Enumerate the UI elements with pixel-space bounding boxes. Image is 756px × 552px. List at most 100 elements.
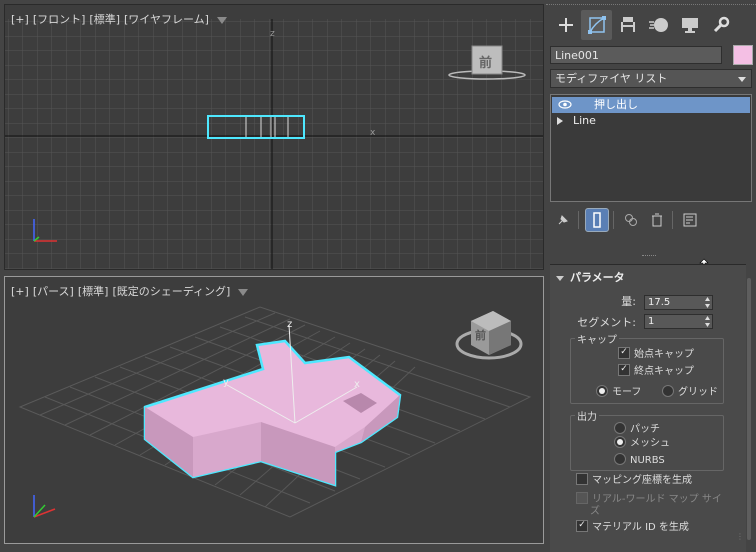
morph-label: モーフ (612, 387, 642, 398)
axis-label-x: x (370, 128, 376, 138)
stack-item-label: Line (573, 114, 596, 127)
stack-item-label: 押し出し (594, 98, 638, 111)
stack-toolbar (552, 208, 705, 232)
parameters-rollout: パラメータ ⋮⋮ 量: 17.5 セグメント: 1 キャップ ✓ 始点キャップ ✓… (550, 264, 752, 552)
display-icon (681, 18, 698, 33)
extruded-shape-perspective[interactable] (143, 339, 402, 487)
real-world-map-label-2: ズ (590, 506, 600, 517)
tab-motion[interactable] (643, 10, 674, 40)
toolbar-divider (578, 211, 579, 229)
modifier-list-dropdown[interactable]: モディファイヤ リスト (550, 69, 752, 88)
wrench-icon (713, 16, 729, 33)
viewcube-label-front[interactable]: 前 (479, 52, 492, 71)
cap-group-title: キャップ (575, 331, 619, 346)
pin-icon (558, 215, 568, 225)
tab-display[interactable] (674, 10, 705, 40)
configure-icon (683, 213, 697, 227)
show-end-result-button[interactable] (585, 208, 609, 232)
viewport-menu-shading[interactable]: [既定のシェーディング] (112, 285, 230, 298)
amount-value: 17.5 (648, 297, 671, 308)
tab-hierarchy[interactable] (612, 10, 643, 40)
viewport-menu-plus[interactable]: [+] (11, 13, 29, 26)
spinner-arrows-icon[interactable] (705, 316, 710, 327)
front-viewport-canvas (5, 19, 543, 269)
segments-label: セグメント: (577, 316, 636, 329)
viewcube-perspective[interactable] (455, 311, 523, 360)
modify-icon (587, 16, 606, 34)
panel-scrollbar[interactable] (747, 278, 751, 540)
tab-utilities[interactable] (705, 10, 736, 40)
viewport-menu-view[interactable]: [パース] (33, 285, 74, 298)
patch-radio[interactable]: パッチ (614, 422, 660, 437)
expand-triangle-icon[interactable] (557, 117, 563, 125)
cap-start-checkbox[interactable]: ✓ 始点キャップ (618, 347, 694, 362)
axis-label-y: y (223, 377, 229, 388)
front-viewport[interactable]: [+] [フロント] [標準] [ワイヤフレーム] 前 z x (4, 4, 544, 270)
eye-icon[interactable] (558, 100, 572, 109)
segments-spinner[interactable]: 1 (644, 314, 713, 329)
configure-sets-button[interactable] (679, 209, 701, 231)
rollout-title-text: パラメータ (570, 271, 625, 284)
viewcube-label-perspective[interactable]: 前 (475, 327, 486, 343)
object-color-swatch[interactable] (733, 45, 753, 65)
gen-material-id-checkbox[interactable]: ✓ マテリアル ID を生成 (576, 520, 689, 535)
axis-label-z: z (287, 319, 293, 330)
trash-icon (652, 213, 662, 227)
spinner-arrows-icon[interactable] (705, 297, 710, 308)
viewport-menu-standard[interactable]: [標準] (89, 13, 120, 26)
hierarchy-icon (620, 17, 635, 32)
make-unique-icon (625, 214, 637, 226)
panel-grip[interactable] (546, 4, 756, 7)
viewport-label-perspective[interactable]: [+] [パース] [標準] [既定のシェーディング] (11, 283, 252, 299)
grid-radio[interactable]: グリッド (662, 385, 718, 400)
gen-mapping-checkbox[interactable]: マッピング座標を生成 (576, 473, 692, 488)
toolbar-divider (613, 211, 614, 229)
perspective-viewport[interactable]: [+] [パース] [標準] [既定のシェーディング] 前 y x z (4, 276, 544, 544)
viewport-menu-view[interactable]: [フロント] (33, 13, 86, 26)
amount-spinner[interactable]: 17.5 (644, 295, 713, 310)
gen-material-label: マテリアル ID を生成 (592, 522, 689, 533)
nurbs-radio[interactable]: NURBS (614, 453, 665, 468)
axis-tripod-perspective (33, 495, 56, 518)
make-unique-button[interactable] (620, 209, 642, 231)
stack-item-line[interactable]: Line (551, 113, 751, 129)
gen-mapping-label: マッピング座標を生成 (592, 475, 692, 486)
pin-stack-button[interactable] (552, 209, 574, 231)
mesh-radio[interactable]: メッシュ (614, 436, 670, 451)
toolbar-divider (672, 211, 673, 229)
perspective-viewport-canvas (18, 306, 532, 518)
axis-label-z: z (270, 29, 275, 39)
object-name-field[interactable]: Line001 (550, 46, 722, 64)
remove-modifier-button[interactable] (646, 209, 668, 231)
viewport-menu-standard[interactable]: [標準] (78, 285, 109, 298)
chevron-down-icon (738, 77, 746, 82)
motion-icon (648, 18, 668, 32)
stack-item-extrude[interactable]: 押し出し (552, 97, 750, 113)
panel-splitter[interactable] (642, 255, 656, 259)
viewport-menu-shading[interactable]: [ワイヤフレーム] (124, 13, 209, 26)
segments-value: 1 (648, 316, 655, 327)
filter-icon[interactable] (238, 288, 249, 296)
collapse-triangle-icon (556, 275, 564, 281)
output-group-title: 出力 (575, 408, 599, 423)
amount-label: 量: (621, 295, 636, 308)
modifier-list-label: モディファイヤ リスト (555, 72, 668, 85)
parameters-rollout-title[interactable]: パラメータ (556, 269, 625, 285)
patch-label: パッチ (630, 424, 660, 435)
nurbs-label: NURBS (630, 455, 665, 466)
tab-create[interactable] (550, 10, 581, 40)
cap-end-checkbox[interactable]: ✓ 終点キャップ (618, 364, 694, 379)
viewport-label-front[interactable]: [+] [フロント] [標準] [ワイヤフレーム] (11, 11, 231, 27)
cap-end-label: 終点キャップ (634, 366, 694, 377)
filter-icon[interactable] (216, 16, 227, 24)
end-result-icon (593, 212, 601, 228)
viewport-menu-plus[interactable]: [+] (11, 285, 29, 298)
modifier-stack[interactable]: 押し出し Line (550, 94, 752, 202)
morph-radio[interactable]: モーフ (596, 385, 642, 400)
tab-modify[interactable] (581, 10, 612, 40)
command-tabs (550, 10, 752, 40)
axis-label-x: x (354, 379, 360, 390)
create-icon (558, 18, 573, 32)
mesh-label: メッシュ (630, 438, 670, 449)
grid-label: グリッド (678, 387, 718, 398)
